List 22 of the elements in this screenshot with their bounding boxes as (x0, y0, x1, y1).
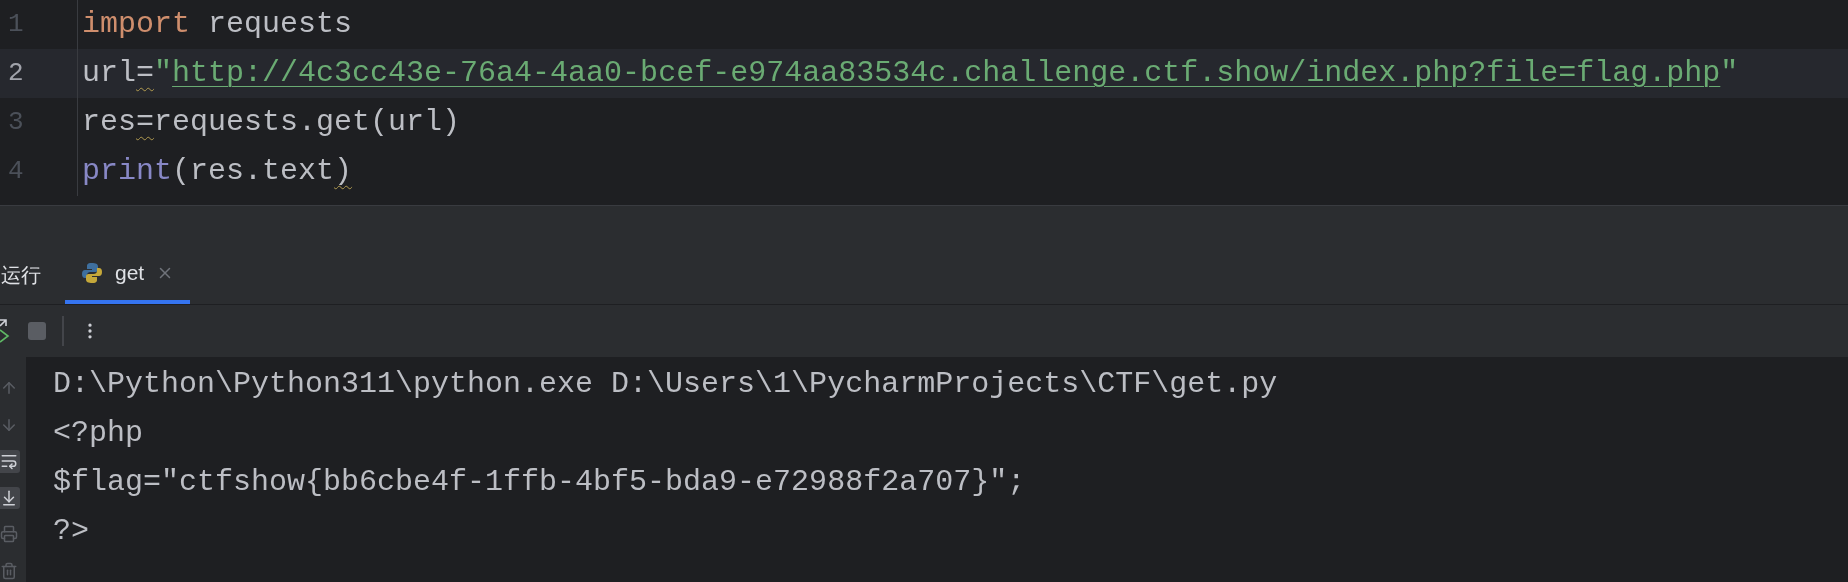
code-token: = (136, 56, 155, 90)
rerun-icon[interactable] (0, 318, 10, 344)
code-token: = (136, 105, 155, 139)
line-number: 2 (8, 57, 24, 90)
code-token: import (82, 7, 191, 41)
code-token: print (82, 154, 172, 188)
console-line: <?php (53, 415, 144, 452)
code-token: requests.get(url) (154, 105, 461, 139)
console-line: D:\Python\Python311\python.exe D:\Users\1\PycharmProjects\CTF\get.py (53, 366, 1279, 403)
code-token: url (82, 56, 136, 90)
panel-title: 运行 (1, 263, 41, 288)
code-token: ) (334, 154, 353, 188)
python-icon (81, 262, 103, 284)
wrap-icon[interactable] (0, 450, 20, 473)
code-token: " (154, 56, 173, 90)
code-token: requests (207, 7, 353, 41)
code-token: (res.text (172, 154, 335, 188)
code-token: " (1720, 56, 1739, 90)
code-token: res (82, 105, 136, 139)
console-line: $flag="ctfshow{bb6cbe4f-1ffb-4bf5-bda9-e72988f2a707}"; (53, 464, 1027, 501)
code-link[interactable]: http://4c3cc43e-76a4-4aa0-bcef-e974aa83534c.challenge.ctf.show/index.php?file=flag.php (172, 56, 1721, 90)
console-line: ?> (53, 513, 90, 550)
